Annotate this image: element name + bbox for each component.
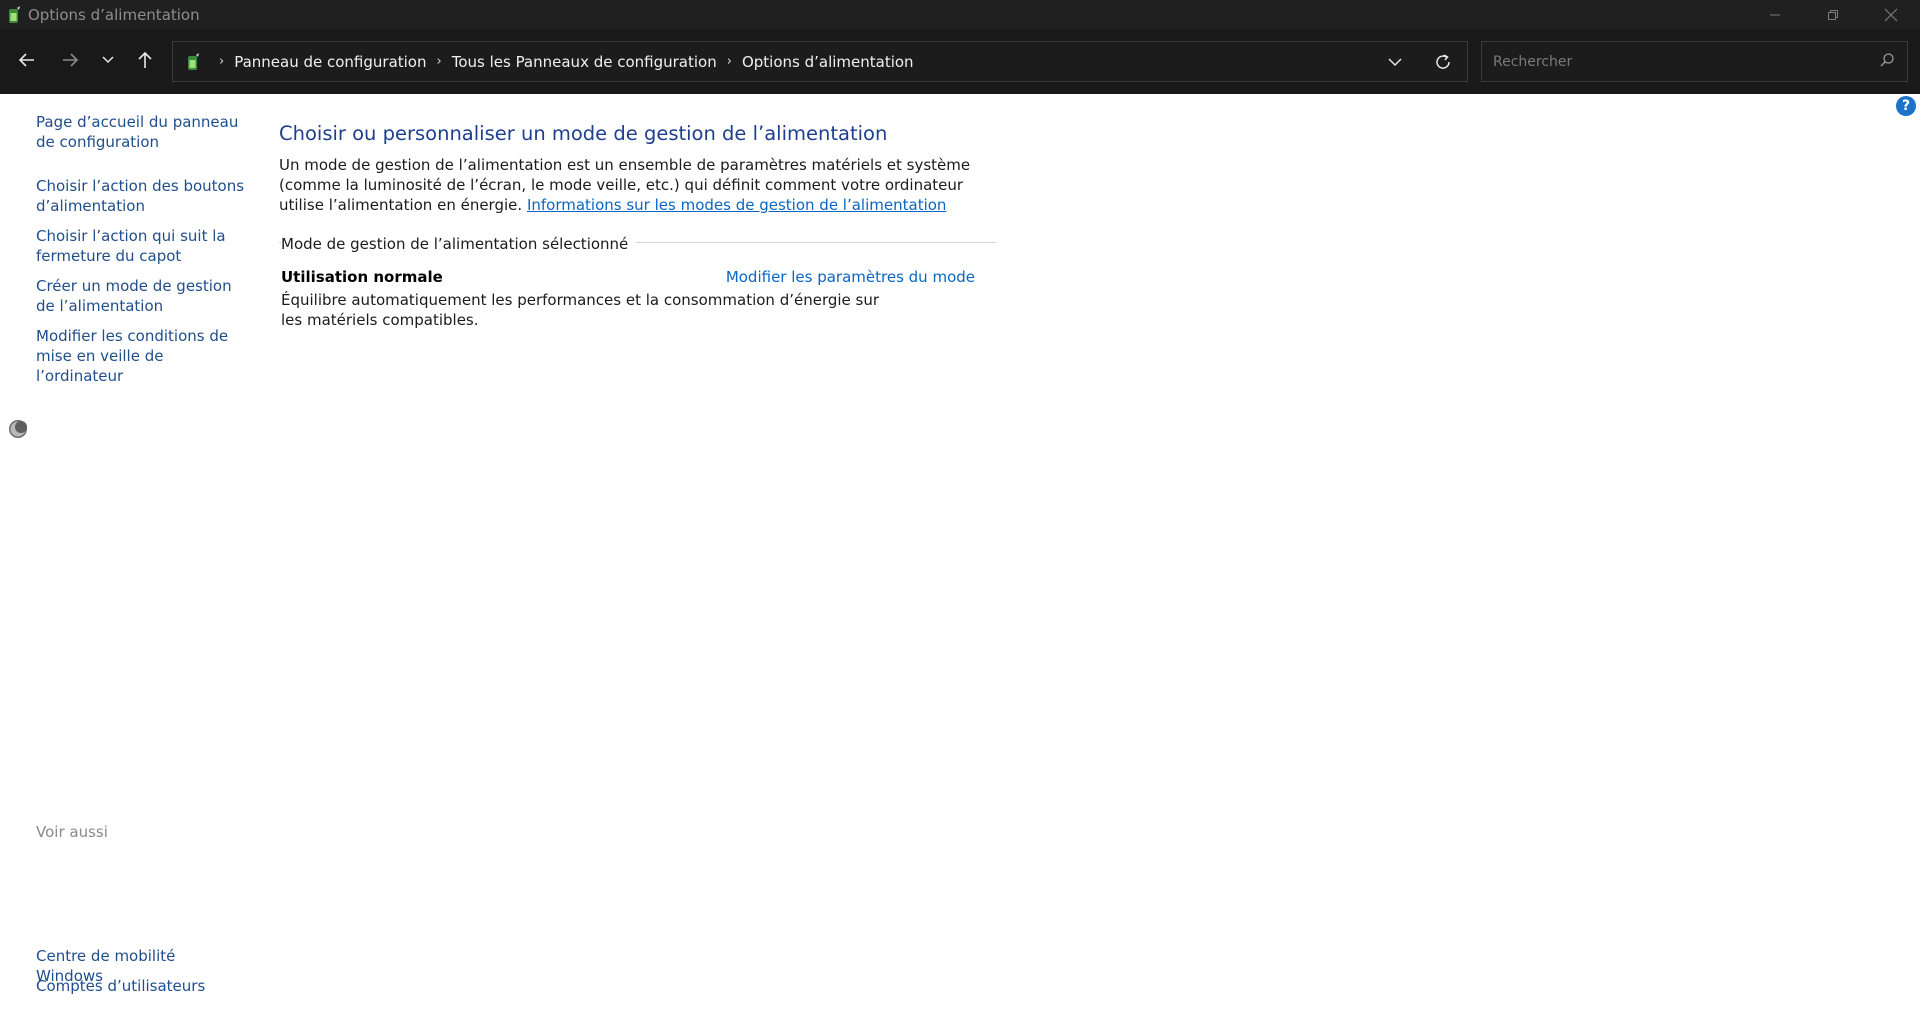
chevron-down-icon bbox=[1388, 57, 1402, 66]
window-title: Options d’alimentation bbox=[28, 5, 200, 24]
power-plans-info-link[interactable]: Informations sur les modes de gestion de… bbox=[527, 196, 947, 214]
recent-locations-button[interactable] bbox=[93, 45, 123, 75]
refresh-icon bbox=[1436, 53, 1450, 69]
restore-button[interactable] bbox=[1804, 0, 1862, 29]
breadcrumb-control-panel[interactable]: Panneau de configuration bbox=[234, 53, 426, 71]
back-button[interactable] bbox=[10, 45, 44, 75]
lid-close-action-link[interactable]: Choisir l’action qui suit la fermeture d… bbox=[36, 226, 246, 266]
help-icon[interactable]: ? bbox=[1896, 96, 1916, 116]
sleep-settings-link[interactable]: Modifier les conditions de mise en veill… bbox=[36, 326, 246, 386]
minimize-button[interactable] bbox=[1746, 0, 1804, 29]
close-icon bbox=[1884, 8, 1898, 21]
search-box[interactable] bbox=[1481, 41, 1908, 82]
title-bar: Options d’alimentation bbox=[0, 0, 1920, 29]
arrow-left-icon bbox=[18, 53, 34, 67]
chevron-down-icon bbox=[102, 56, 114, 64]
up-button[interactable] bbox=[128, 45, 162, 75]
power-options-icon bbox=[9, 5, 20, 23]
minimize-icon bbox=[1770, 14, 1780, 15]
search-icon[interactable] bbox=[1879, 52, 1895, 68]
power-options-icon bbox=[188, 52, 199, 70]
chevron-right-icon: › bbox=[219, 54, 225, 69]
selected-plan-group-label: Mode de gestion de l’alimentation sélect… bbox=[281, 235, 637, 253]
plan-name: Utilisation normale bbox=[281, 268, 443, 286]
address-history-button[interactable] bbox=[1371, 42, 1419, 81]
power-buttons-action-link[interactable]: Choisir l’action des boutons d’alimentat… bbox=[36, 176, 246, 216]
arrow-up-icon bbox=[138, 51, 152, 68]
page-description: Un mode de gestion de l’alimentation est… bbox=[279, 155, 979, 215]
restore-icon bbox=[1828, 9, 1838, 20]
control-panel-home-link[interactable]: Page d’accueil du panneau de configurati… bbox=[36, 112, 246, 152]
close-button[interactable] bbox=[1862, 0, 1920, 29]
search-input[interactable] bbox=[1491, 52, 1861, 71]
chevron-right-icon[interactable]: › bbox=[437, 54, 442, 69]
create-power-plan-link[interactable]: Créer un mode de gestion de l’alimentati… bbox=[36, 276, 246, 316]
refresh-button[interactable] bbox=[1419, 42, 1467, 81]
page-title: Choisir ou personnaliser un mode de gest… bbox=[279, 122, 888, 145]
edit-plan-settings-link[interactable]: Modifier les paramètres du mode bbox=[726, 268, 975, 286]
task-pane: Page d’accueil du panneau de configurati… bbox=[0, 94, 250, 1017]
breadcrumb-power-options[interactable]: Options d’alimentation bbox=[742, 53, 914, 71]
user-accounts-link[interactable]: Comptes d’utilisateurs bbox=[36, 976, 246, 996]
address-bar[interactable]: › Panneau de configuration › Tous les Pa… bbox=[172, 41, 1468, 82]
breadcrumb-all-control-panels[interactable]: Tous les Panneaux de configuration bbox=[452, 53, 717, 71]
plan-description: Équilibre automatiquement les performanc… bbox=[281, 291, 880, 329]
navigation-bar: › Panneau de configuration › Tous les Pa… bbox=[0, 29, 1920, 94]
see-also-heading: Voir aussi bbox=[36, 823, 108, 841]
chevron-right-icon[interactable]: › bbox=[727, 54, 732, 69]
forward-button[interactable] bbox=[53, 45, 87, 75]
arrow-right-icon bbox=[63, 53, 79, 67]
sleep-moon-icon bbox=[9, 420, 27, 438]
